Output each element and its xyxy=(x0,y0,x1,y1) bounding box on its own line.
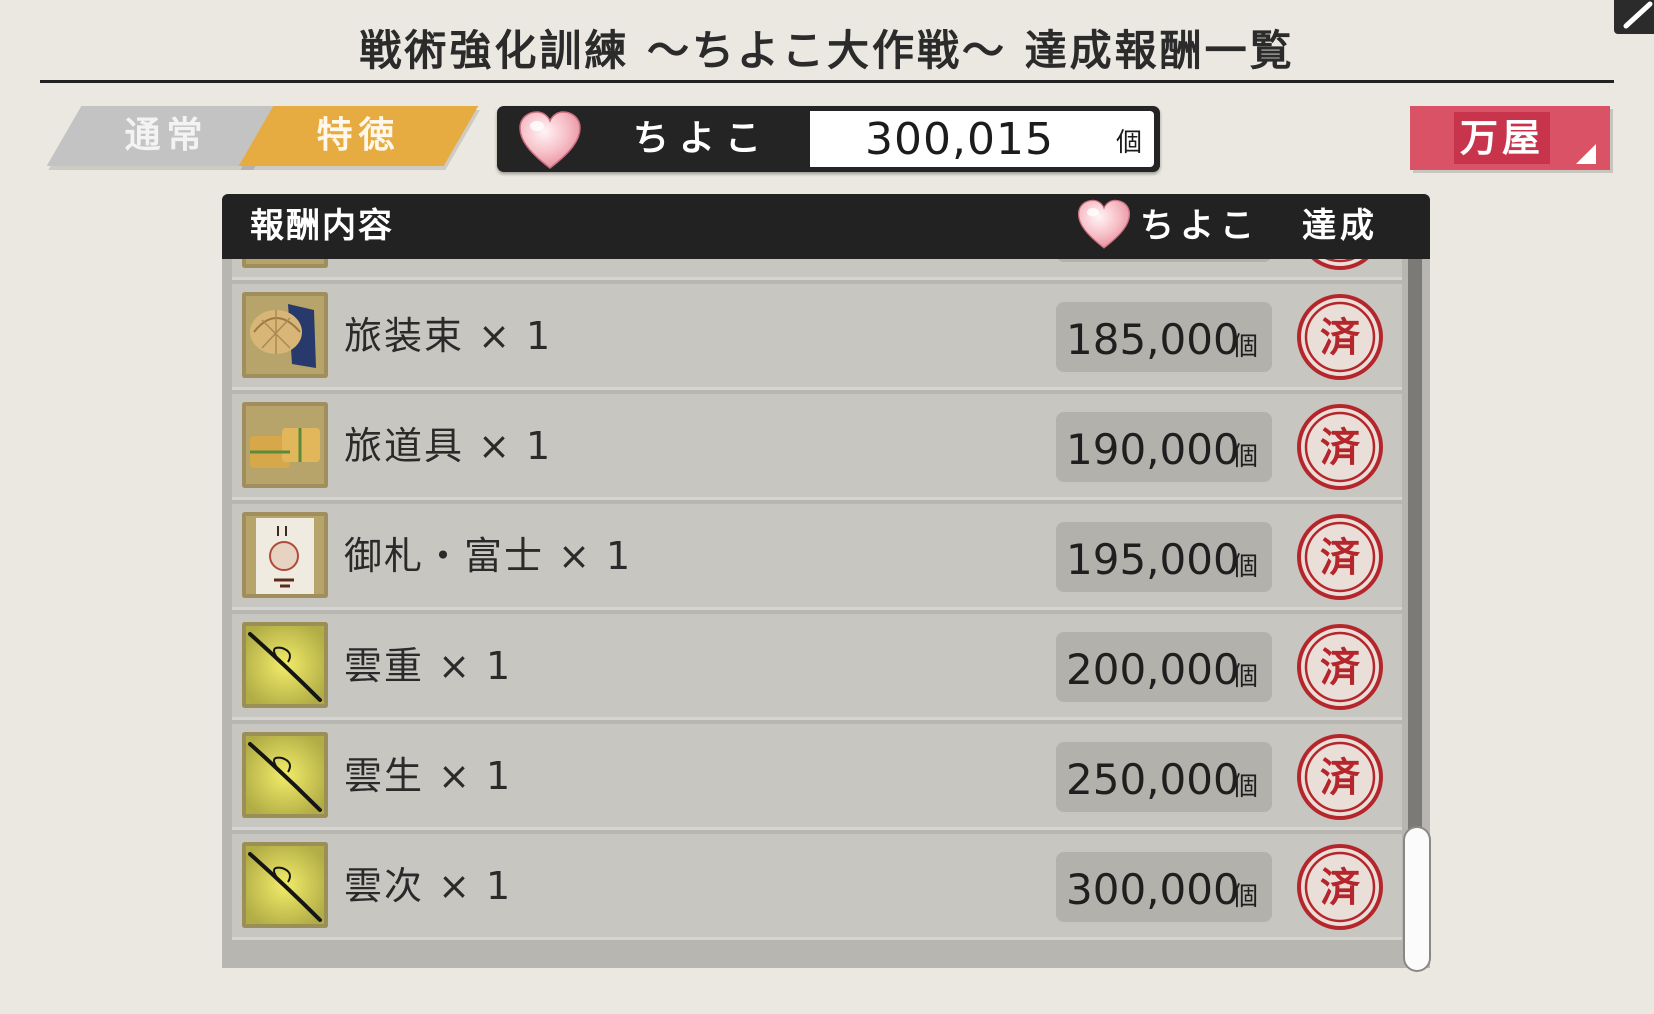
completed-stamp: 済 xyxy=(1295,512,1385,606)
completed-stamp: 済 xyxy=(1295,402,1385,496)
reward-list-screen: 戦術強化訓練 〜ちよこ大作戦〜 達成報酬一覧 通常 特徳 ちよこ 300,015… xyxy=(0,0,1654,1014)
completed-stamp: 済 xyxy=(1295,259,1385,276)
reward-row: 雲重 × 1 200,000 個 済 xyxy=(232,614,1402,720)
reward-name: 雲次 × 1 xyxy=(344,864,513,908)
completed-stamp-icon: 済 xyxy=(1297,734,1383,820)
whetstone-icon xyxy=(242,259,328,268)
column-header-done: 達成 xyxy=(1302,206,1378,246)
travel-clothes-icon xyxy=(242,292,328,378)
scrollbar-thumb[interactable] xyxy=(1405,828,1429,970)
reward-name: 旅道具 × 1 xyxy=(344,424,553,468)
reward-list-inner: 砥石 × 5,000180,000個済旅装束 × 1185,000個済旅道具 ×… xyxy=(222,259,1430,944)
required-unit: 個 xyxy=(1232,552,1259,582)
reward-list[interactable]: 砥石 × 5,000180,000個済旅装束 × 1185,000個済旅道具 ×… xyxy=(222,259,1430,968)
completed-stamp: 済 xyxy=(1295,732,1385,826)
required-count: 195,000 xyxy=(1066,535,1240,584)
shop-button[interactable]: 万屋 xyxy=(1402,106,1612,170)
required-unit: 個 xyxy=(1232,882,1259,912)
required-unit: 個 xyxy=(1232,442,1259,472)
required-count: 250,000 xyxy=(1066,755,1240,804)
stamp-label: 済 xyxy=(1320,535,1361,581)
shop-button-label: 万屋 xyxy=(1459,116,1544,160)
heart-icon xyxy=(517,110,583,176)
column-header-content: 報酬内容 xyxy=(250,206,394,246)
reward-row: 旅装束 × 1 185,000 個 済 xyxy=(232,284,1402,390)
completed-stamp-icon: 済 xyxy=(1297,624,1383,710)
tab-special[interactable]: 特徳 xyxy=(238,106,479,166)
required-count: 300,000 xyxy=(1066,865,1240,914)
reward-name: 砥石 × 5,000 xyxy=(344,259,605,278)
required-count-box: 190,000 個 xyxy=(1056,412,1272,482)
required-count-box: 180,000個 xyxy=(1056,259,1272,262)
completed-stamp-icon: 済 xyxy=(1297,294,1383,380)
reward-name: 旅装束 × 1 xyxy=(344,314,553,358)
close-icon xyxy=(1623,1,1653,29)
column-header-chiyoko: ちよこ xyxy=(1140,206,1260,246)
corner-fold-icon xyxy=(1576,144,1596,164)
completed-stamp: 済 xyxy=(1295,292,1385,386)
required-count-box: 250,000 個 xyxy=(1056,742,1272,812)
required-count: 185,000 xyxy=(1066,315,1240,364)
table-header: 報酬内容 ちよこ 達成 xyxy=(222,194,1430,259)
currency-label: ちよこ xyxy=(632,118,771,159)
completed-stamp-icon: 済 xyxy=(1311,259,1369,270)
required-count-box: 200,000 個 xyxy=(1056,632,1272,702)
completed-stamp: 済 xyxy=(1295,842,1385,936)
reward-row: 雲次 × 1 300,000 個 済 xyxy=(232,834,1402,940)
required-count: 200,000 xyxy=(1066,645,1240,694)
stamp-label: 済 xyxy=(1320,315,1361,361)
completed-stamp: 済 xyxy=(1295,622,1385,716)
stamp-label: 済 xyxy=(1320,645,1361,691)
required-count: 190,000 xyxy=(1066,425,1240,474)
charm-fuji-icon xyxy=(242,512,328,598)
required-count-box: 185,000 個 xyxy=(1056,302,1272,372)
currency-value-box: 300,015 個 xyxy=(810,111,1154,167)
tab-special-label: 特徳 xyxy=(316,115,401,156)
heart-icon xyxy=(1076,198,1132,256)
reward-row: 旅道具 × 1 190,000 個 済 xyxy=(232,394,1402,500)
sword-icon xyxy=(242,622,328,708)
completed-stamp-icon: 済 xyxy=(1297,404,1383,490)
currency-panel: ちよこ 300,015 個 xyxy=(497,106,1160,172)
reward-row: 砥石 × 5,000 180,000個 済 xyxy=(232,259,1402,280)
required-count: 180,000 xyxy=(1066,259,1240,268)
reward-row: 雲生 × 1 250,000 個 済 xyxy=(232,724,1402,830)
stamp-label: 済 xyxy=(1320,865,1361,911)
required-count-box: 195,000 個 xyxy=(1056,522,1272,592)
close-button[interactable] xyxy=(1614,0,1654,34)
stamp-label: 済 xyxy=(1320,755,1361,801)
page-title: 戦術強化訓練 〜ちよこ大作戦〜 達成報酬一覧 xyxy=(359,26,1295,75)
sword-icon xyxy=(242,842,328,928)
reward-name: 雲重 × 1 xyxy=(344,644,513,688)
reward-name: 御札・富士 × 1 xyxy=(344,534,633,578)
completed-stamp-icon: 済 xyxy=(1297,844,1383,930)
title-divider xyxy=(40,80,1614,83)
required-count-box: 300,000 個 xyxy=(1056,852,1272,922)
sword-icon xyxy=(242,732,328,818)
currency-unit: 個 xyxy=(1115,128,1142,158)
required-unit: 個 xyxy=(1232,772,1259,802)
required-unit: 個 xyxy=(1232,332,1259,362)
tab-normal-label: 通常 xyxy=(124,115,209,156)
reward-name: 雲生 × 1 xyxy=(344,754,513,798)
stamp-label: 済 xyxy=(1320,425,1361,471)
completed-stamp-icon: 済 xyxy=(1297,514,1383,600)
travel-tools-icon xyxy=(242,402,328,488)
currency-value: 300,015 xyxy=(865,114,1054,165)
reward-row: 御札・富士 × 1 195,000 個 済 xyxy=(232,504,1402,610)
required-unit: 個 xyxy=(1232,662,1259,692)
